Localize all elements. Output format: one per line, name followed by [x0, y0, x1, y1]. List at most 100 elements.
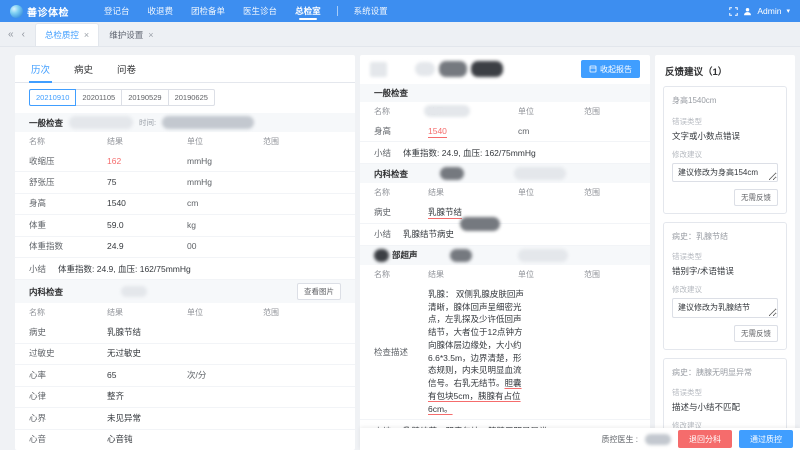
tab-medical-history[interactable]: 病史 [72, 55, 95, 82]
cell-name: 身高 [29, 194, 107, 214]
tab-label: 维护设置 [109, 29, 143, 41]
advice-label: 修改建议 [672, 149, 778, 160]
nav-item-0[interactable]: 登记台 [104, 0, 130, 22]
main-area: 历次 病史 问卷 2021091020201105201905292019062… [0, 47, 800, 450]
redacted-text [450, 249, 472, 262]
column-header: 单位 [187, 132, 263, 151]
error-type-label: 错误类型 [672, 251, 778, 262]
user-name[interactable]: Admin [757, 6, 781, 16]
no-feedback-button[interactable]: 无需反馈 [734, 325, 778, 342]
advice-textarea[interactable] [672, 163, 778, 182]
nav-item-3[interactable]: 医生诊台 [243, 0, 277, 22]
workspace-tabbar: « ‹ 总检质控 × 维护设置 × [0, 22, 800, 47]
tab-history[interactable]: 历次 [29, 55, 52, 82]
description-label: 检查描述 [374, 346, 428, 358]
date-chip-20190529[interactable]: 20190529 [121, 89, 168, 106]
cell-name: 舒张压 [29, 172, 107, 192]
return-to-department-button[interactable]: 退回分科 [678, 430, 732, 448]
column-header: 范围 [584, 183, 636, 202]
cell-name: 病史 [374, 202, 428, 222]
error-type-value: 错别字/术语错误 [672, 265, 778, 277]
date-chip-20190625[interactable]: 20190625 [168, 89, 215, 106]
redacted-name [439, 61, 467, 77]
nav-item-2[interactable]: 团检备单 [191, 0, 225, 22]
redacted-text [121, 286, 147, 297]
history-panel: 历次 病史 问卷 2021091020201105201905292019062… [15, 55, 355, 450]
nav-item-4[interactable]: 总检室 [295, 0, 321, 22]
description-row: 检查描述 乳腺： 双侧乳腺皮肤回声清晰，腺体回声呈细密光点，左乳探及少许低回声结… [360, 284, 650, 421]
table-row: 体重指数24.900 [15, 237, 355, 258]
tab-maintenance[interactable]: 维护设置 × [99, 23, 163, 46]
section-header-ultrasound: 部超声 [360, 246, 650, 265]
column-header: 结果 [107, 132, 187, 151]
internal-table: 病史乳腺节结过敏史无过敏史心率65次/分心律整齐心界未见异常心音心音钝心脏杂音未… [15, 322, 355, 450]
section-header-internal: 内科检查 [360, 164, 650, 183]
cell-unit: 00 [187, 237, 263, 257]
cell-name: 心界 [29, 408, 107, 428]
cell-result: 无过敏史 [107, 344, 187, 364]
cell-range [263, 350, 341, 359]
collapse-tabs-icon[interactable]: « [8, 29, 14, 40]
cell-name: 过敏史 [29, 344, 107, 364]
table-row: 心音心音钝 [15, 430, 355, 450]
table-row: 体重59.0kg [15, 215, 355, 236]
nav-menu: 登记台收退费团检备单医生诊台总检室 系统设置 [95, 0, 397, 22]
card-footer: 无需反馈 [672, 189, 778, 206]
feedback-card-0: 身高1540cm错误类型文字或小数点错误修改建议无需反馈 [663, 86, 787, 214]
cell-range [263, 328, 341, 337]
cell-result: 1540 [107, 194, 187, 214]
section-title: 一般检查 [29, 117, 63, 129]
cell-range [263, 200, 341, 209]
collapse-report-button[interactable]: 收起报告 [581, 60, 640, 78]
bottom-action-bar: 质控医生 : 退回分科 通过质控 [360, 428, 800, 450]
table-row: 心率65次/分 [15, 365, 355, 386]
section-header-general: 一般检查 时间: [15, 113, 355, 132]
cell-name: 体重 [29, 215, 107, 235]
feedback-card-1: 病史：乳腺节结错误类型错别字/术语错误修改建议无需反馈 [663, 222, 787, 350]
redacted-text [518, 249, 568, 262]
cell-unit: 次/分 [187, 365, 263, 385]
app-title: 善诊体检 [27, 4, 69, 19]
cell-name: 身高 [374, 121, 428, 141]
nav-item-1[interactable]: 收退费 [148, 0, 174, 22]
cell-result: 整齐 [107, 387, 187, 407]
nav-item-5[interactable]: 系统设置 [354, 0, 388, 22]
cell-result: 乳腺节结 [107, 322, 187, 342]
brand: 善诊体检 [10, 4, 69, 19]
date-chip-20210910[interactable]: 20210910 [29, 89, 76, 106]
close-icon[interactable]: × [84, 31, 89, 40]
table-row: 过敏史无过敏史 [15, 344, 355, 365]
table-header: 名称结果单位范围 [360, 265, 650, 284]
chevron-down-icon[interactable]: ▾ [786, 7, 790, 15]
tab-quality-control[interactable]: 总检质控 × [35, 23, 99, 46]
redacted-text [460, 217, 500, 231]
cell-range [263, 221, 341, 230]
top-navbar: 善诊体检 登记台收退费团检备单医生诊台总检室 系统设置 Admin ▾ [0, 0, 800, 22]
prev-tab-icon[interactable]: ‹ [22, 29, 25, 40]
exam-date-chips: 20210910202011052019052920190625 [15, 83, 355, 113]
table-row: 舒张压75mmHg [15, 172, 355, 193]
error-type-value: 描述与小结不匹配 [672, 401, 778, 413]
qc-doctor-label: 质控医生 : [602, 434, 638, 445]
history-tabs: 历次 病史 问卷 [15, 55, 355, 83]
tab-questionnaire[interactable]: 问卷 [115, 55, 138, 82]
cell-result: 162 [107, 151, 187, 171]
table-header: 名称结果单位范围 [360, 183, 650, 202]
close-icon[interactable]: × [148, 31, 153, 40]
redacted-text [440, 167, 464, 180]
fullscreen-icon[interactable] [729, 7, 738, 16]
date-chip-20201105[interactable]: 20201105 [75, 89, 122, 106]
redacted-name [415, 62, 435, 76]
table-header: 名称结果单位范围 [15, 132, 355, 151]
advice-textarea[interactable] [672, 298, 778, 317]
summary-row: 小结 体重指数: 24.9, 血压: 162/75mmHg [15, 258, 355, 280]
summary-row: 小结 乳腺结节病史 [360, 224, 650, 246]
feedback-item-title: 病史：乳腺节结 [672, 231, 778, 243]
time-label: 时间: [139, 117, 156, 128]
cell-unit [187, 392, 263, 401]
pass-qc-button[interactable]: 通过质控 [739, 430, 793, 448]
view-images-button[interactable]: 查看图片 [297, 283, 341, 300]
cell-name: 病史 [29, 322, 107, 342]
no-feedback-button[interactable]: 无需反馈 [734, 189, 778, 206]
cell-unit: kg [187, 215, 263, 235]
